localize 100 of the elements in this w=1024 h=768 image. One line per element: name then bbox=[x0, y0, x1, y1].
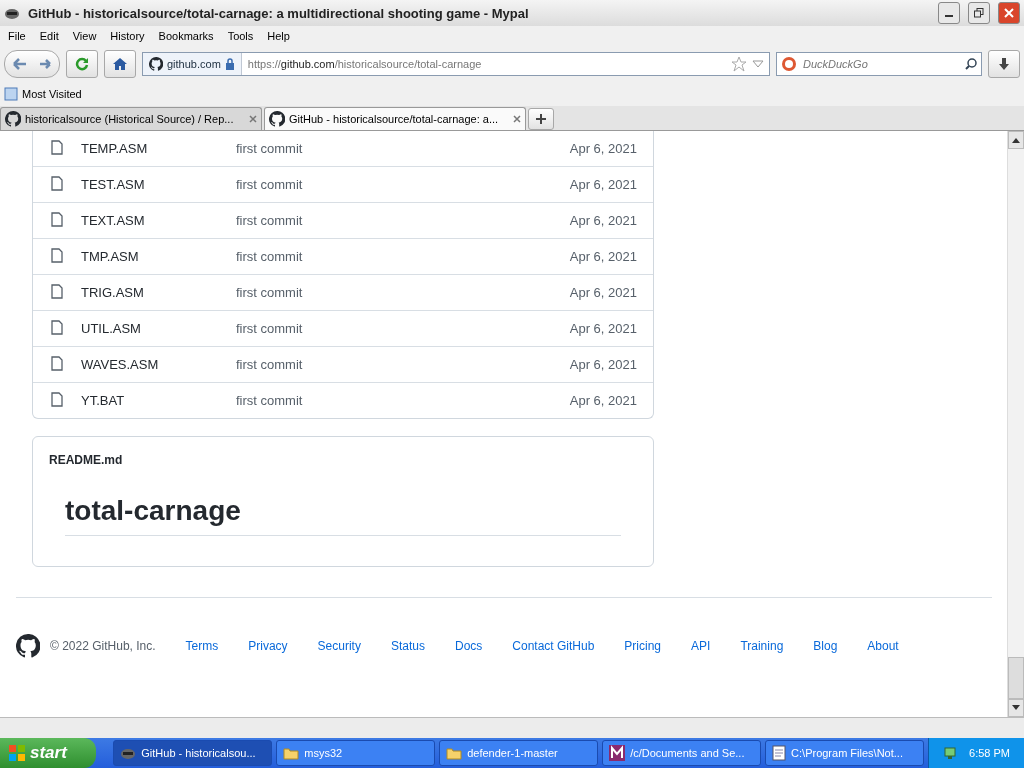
menu-item[interactable]: Help bbox=[267, 30, 290, 42]
file-name[interactable]: TMP.ASM bbox=[81, 249, 236, 264]
footer-link[interactable]: Security bbox=[317, 639, 361, 653]
file-icon bbox=[51, 175, 63, 191]
menu-item[interactable]: Bookmarks bbox=[158, 30, 214, 42]
github-icon bbox=[269, 111, 285, 127]
commit-date: Apr 6, 2021 bbox=[569, 213, 637, 228]
file-icon bbox=[51, 355, 63, 371]
restore-button[interactable] bbox=[968, 2, 990, 24]
commit-message[interactable]: first commit bbox=[236, 357, 570, 372]
reload-button[interactable] bbox=[66, 50, 98, 78]
reload-icon bbox=[75, 57, 89, 71]
file-icon bbox=[51, 319, 63, 335]
commit-message[interactable]: first commit bbox=[236, 213, 570, 228]
home-button[interactable] bbox=[104, 50, 136, 78]
footer-link[interactable]: Status bbox=[390, 639, 425, 653]
window-title: GitHub - historicalsource/total-carnage: a multidirectional shooting game - Mypal bbox=[28, 5, 530, 21]
github-icon bbox=[149, 57, 163, 71]
bookmark-folder-icon bbox=[4, 87, 18, 101]
readme-heading: total-carnage bbox=[65, 495, 621, 536]
footer-link[interactable]: Privacy bbox=[248, 639, 288, 653]
github-logo-icon bbox=[16, 634, 40, 658]
file-name[interactable]: UTIL.ASM bbox=[81, 321, 236, 336]
close-icon[interactable] bbox=[513, 115, 521, 123]
new-tab-button[interactable] bbox=[528, 108, 554, 130]
star-icon[interactable] bbox=[731, 56, 747, 72]
file-name[interactable]: TEMP.ASM bbox=[81, 141, 236, 156]
clock: 6:58 PM bbox=[969, 747, 1010, 759]
footer-link[interactable]: Training bbox=[740, 639, 784, 653]
close-icon[interactable] bbox=[249, 115, 257, 123]
minimize-button[interactable] bbox=[938, 2, 960, 24]
commit-date: Apr 6, 2021 bbox=[569, 141, 637, 156]
menu-item[interactable]: History bbox=[110, 30, 145, 42]
file-name[interactable]: TEXT.ASM bbox=[81, 213, 236, 228]
readme-filename: README.md bbox=[49, 453, 124, 467]
footer-link[interactable]: Blog bbox=[813, 639, 838, 653]
browser-tab[interactable]: historicalsource (Historical Source) / Rep... bbox=[0, 107, 262, 130]
close-icon bbox=[1004, 8, 1014, 18]
home-icon bbox=[112, 57, 128, 71]
footer-link[interactable]: Contact GitHub bbox=[512, 639, 595, 653]
taskbar-button[interactable]: /c/Documents and Se... bbox=[602, 740, 762, 766]
downloads-button[interactable] bbox=[988, 50, 1020, 78]
back-forward-button[interactable] bbox=[4, 50, 60, 78]
m-logo-icon bbox=[609, 745, 626, 761]
dropdown-icon[interactable] bbox=[751, 59, 765, 69]
commit-message[interactable]: first commit bbox=[236, 393, 570, 408]
scroll-up-icon[interactable] bbox=[1012, 137, 1020, 143]
footer-link[interactable]: API bbox=[691, 639, 711, 653]
taskbar-button[interactable]: C:\Program Files\Not... bbox=[765, 740, 925, 766]
menu-item[interactable]: File bbox=[8, 30, 26, 42]
file-name[interactable]: TEST.ASM bbox=[81, 177, 236, 192]
restore-icon bbox=[974, 8, 984, 18]
taskbar-button[interactable]: msys32 bbox=[276, 740, 436, 766]
close-button[interactable] bbox=[998, 2, 1020, 24]
lock-icon bbox=[224, 58, 235, 70]
notepad-icon bbox=[772, 745, 787, 761]
menu-item[interactable]: Edit bbox=[39, 30, 59, 42]
commit-date: Apr 6, 2021 bbox=[569, 249, 637, 264]
plus-icon bbox=[536, 114, 546, 124]
search-icon[interactable] bbox=[965, 58, 977, 70]
file-name[interactable]: YT.BAT bbox=[81, 393, 236, 408]
commit-message[interactable]: first commit bbox=[236, 141, 570, 156]
download-icon bbox=[997, 57, 1011, 71]
file-icon bbox=[51, 391, 63, 407]
search-field[interactable]: DuckDuckGo bbox=[776, 52, 982, 76]
taskbar-button[interactable]: defender-1-master bbox=[439, 740, 599, 766]
menu-item[interactable]: Tools bbox=[227, 30, 254, 42]
commit-date: Apr 6, 2021 bbox=[569, 177, 637, 192]
footer-link[interactable]: Terms bbox=[185, 639, 219, 653]
commit-message[interactable]: first commit bbox=[236, 249, 570, 264]
duck-icon bbox=[781, 56, 797, 72]
bookmark-item[interactable]: Most Visited bbox=[22, 88, 82, 100]
copyright-text: © 2022 GitHub, Inc. bbox=[50, 639, 156, 653]
arrows-icon bbox=[12, 57, 52, 71]
commit-date: Apr 6, 2021 bbox=[569, 285, 637, 300]
footer-link[interactable]: Docs bbox=[454, 639, 483, 653]
folder-icon bbox=[446, 746, 463, 760]
scrollbar[interactable] bbox=[1007, 131, 1024, 717]
commit-date: Apr 6, 2021 bbox=[569, 393, 637, 408]
windows-logo-icon bbox=[8, 744, 26, 762]
address-field[interactable]: github.com https://github.com/historicalsource/total-carnage bbox=[142, 52, 770, 76]
file-name[interactable]: WAVES.ASM bbox=[81, 357, 236, 372]
footer-link[interactable]: About bbox=[867, 639, 899, 653]
file-icon bbox=[51, 139, 63, 155]
footer-link[interactable]: Pricing bbox=[624, 639, 662, 653]
commit-message[interactable]: first commit bbox=[236, 285, 570, 300]
file-icon bbox=[51, 283, 63, 299]
taskbar-button[interactable]: GitHub - historicalsou... bbox=[113, 740, 273, 766]
scroll-down-icon[interactable] bbox=[1012, 705, 1020, 711]
file-icon bbox=[51, 247, 63, 263]
commit-message[interactable]: first commit bbox=[236, 321, 570, 336]
commit-date: Apr 6, 2021 bbox=[569, 357, 637, 372]
scroll-thumb[interactable] bbox=[1008, 657, 1024, 699]
menu-item[interactable]: View bbox=[72, 30, 97, 42]
commit-message[interactable]: first commit bbox=[236, 177, 570, 192]
file-icon bbox=[51, 211, 63, 227]
file-name[interactable]: TRIG.ASM bbox=[81, 285, 236, 300]
commit-date: Apr 6, 2021 bbox=[569, 321, 637, 336]
browser-tab[interactable]: GitHub - historicalsource/total-carnage: a... bbox=[264, 107, 526, 130]
url-text: https://github.com/historicalsource/total-carnage bbox=[246, 58, 483, 70]
